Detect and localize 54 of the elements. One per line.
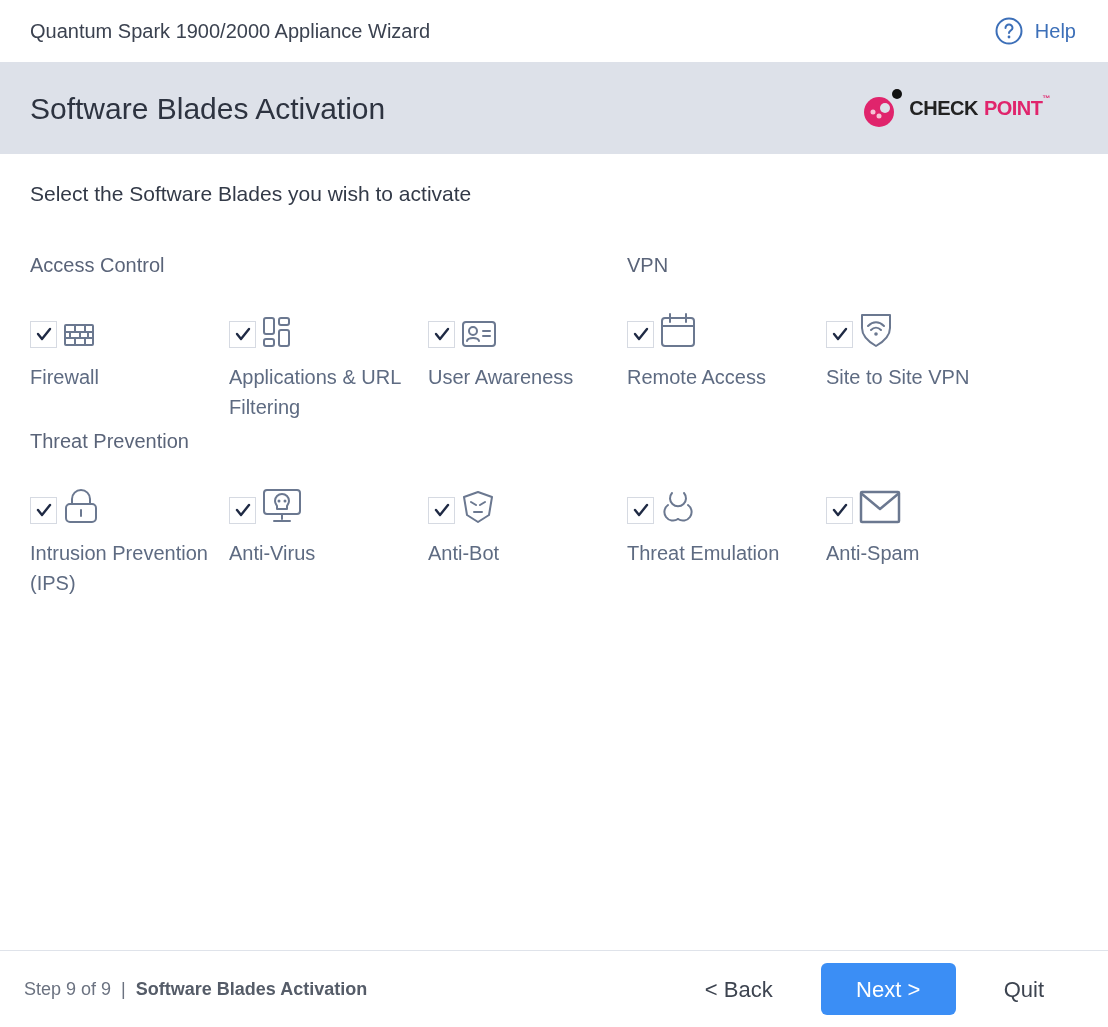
quit-button[interactable]: Quit [979, 963, 1068, 1015]
skull-monitor-icon [262, 487, 302, 524]
checkmark-icon [433, 327, 450, 341]
back-button[interactable]: < Back [680, 963, 797, 1015]
step-counter: Step 9 of 9 [24, 977, 112, 1001]
blade-label: User Awareness [428, 364, 575, 390]
checkbox[interactable] [30, 496, 57, 524]
checkbox[interactable] [229, 496, 256, 524]
step-name: Software Blades Activation [135, 977, 368, 1001]
checkmark-icon [35, 503, 52, 517]
angry-face-shield-icon [461, 489, 495, 524]
brick-wall-icon [63, 321, 95, 348]
id-card-icon [461, 319, 497, 348]
dashboard-icon [262, 315, 292, 348]
checkmark-icon [831, 327, 848, 341]
checkmark-icon [632, 503, 649, 517]
checkbox[interactable] [428, 320, 455, 348]
calendar-icon [660, 311, 696, 348]
shield-wifi-icon [859, 311, 893, 348]
checkmark-icon [35, 327, 52, 341]
instruction-text: Select the Software Blades you wish to activate [30, 181, 473, 207]
envelope-icon [859, 489, 901, 524]
help-icon [994, 17, 1023, 45]
checkbox[interactable] [826, 320, 853, 348]
blade-label: Applications & URL Filtering [229, 364, 402, 420]
checkmark-icon [632, 327, 649, 341]
blade-label: Remote Access [627, 364, 767, 390]
checkmark-icon [234, 327, 251, 341]
logo-icon [863, 88, 904, 128]
separator-text: | [121, 977, 126, 1001]
checkbox[interactable] [30, 320, 57, 348]
checkbox[interactable] [826, 496, 853, 524]
checkbox[interactable] [627, 320, 654, 348]
checkmark-icon [234, 503, 251, 517]
checkbox[interactable] [627, 496, 654, 524]
blade-label: Intrusion Prevention (IPS) [30, 540, 209, 596]
padlock-icon [63, 487, 99, 524]
blade-label: Threat Emulation [627, 540, 781, 566]
logo-text: CHECK POINT™ [909, 93, 1050, 121]
blade-label: Anti-Bot [428, 540, 501, 566]
blade-label: Anti-Spam [826, 540, 921, 566]
checkbox[interactable] [428, 496, 455, 524]
help-link[interactable]: Help [994, 16, 1076, 46]
checkmark-icon [433, 503, 450, 517]
blade-label: Anti-Virus [229, 540, 317, 566]
blade-label: Firewall [30, 364, 100, 390]
checkbox[interactable] [229, 320, 256, 348]
window-title: Quantum Spark 1900/2000 Appliance Wizard [30, 19, 431, 44]
checkmark-icon [831, 503, 848, 517]
blade-label: Site to Site VPN [826, 364, 971, 390]
section-heading: VPN [627, 252, 670, 278]
section-heading: Access Control [30, 252, 166, 278]
section-heading: Threat Prevention [30, 428, 190, 454]
page-title: Software Blades Activation [30, 90, 386, 127]
